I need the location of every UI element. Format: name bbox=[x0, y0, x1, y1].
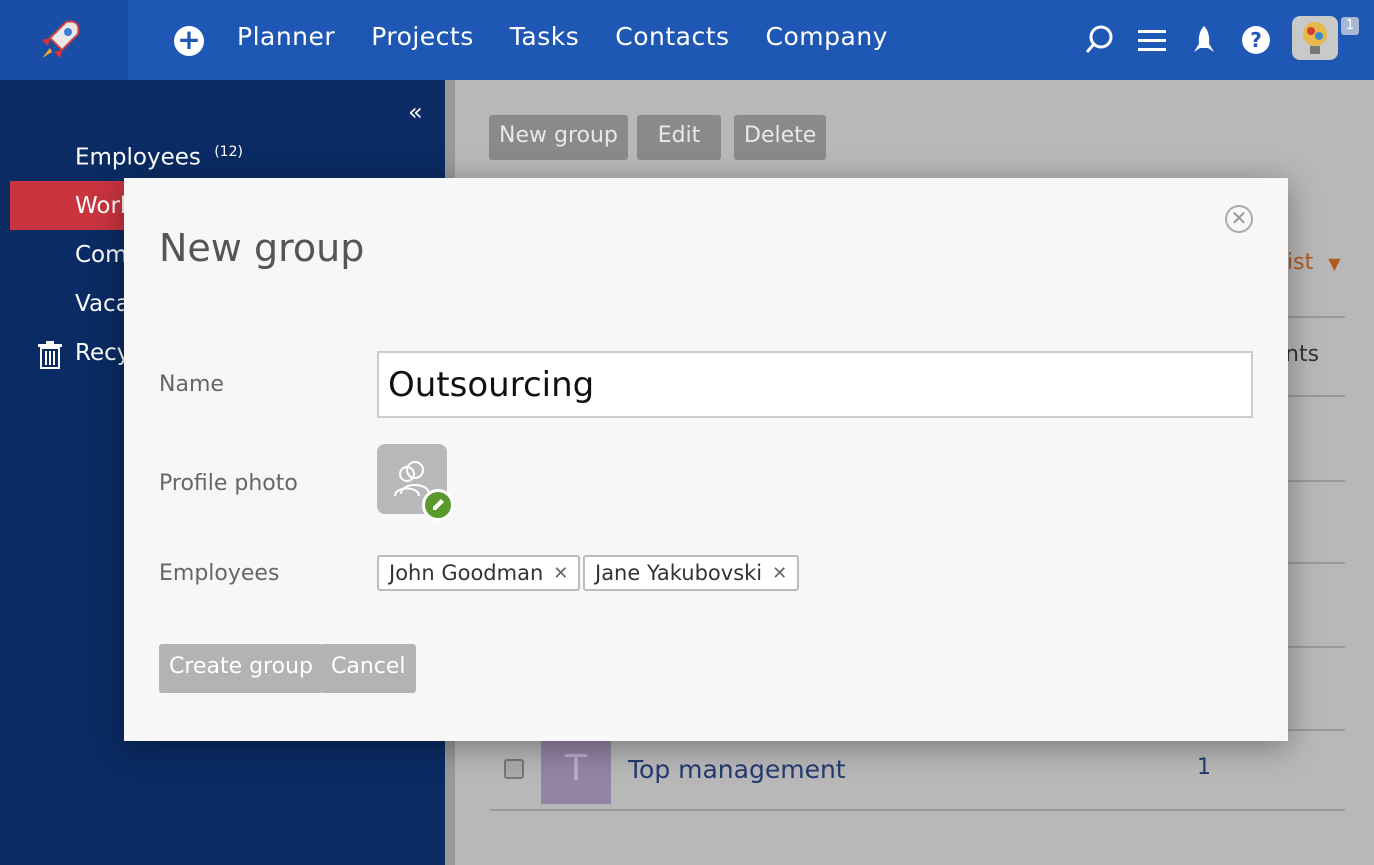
group-name-input[interactable] bbox=[377, 351, 1253, 418]
nav-company[interactable]: Company bbox=[766, 22, 888, 51]
new-group-dialog: New group ✕ Name Profile photo Employees… bbox=[124, 178, 1288, 741]
create-group-button[interactable]: Create group bbox=[159, 644, 323, 693]
profile-photo-label: Profile photo bbox=[159, 471, 298, 496]
remove-tag-icon[interactable]: ✕ bbox=[553, 563, 568, 584]
chevron-down-icon: ▼ bbox=[1328, 254, 1341, 273]
employees-label: Employees bbox=[159, 561, 280, 586]
sidebar-item-vaca[interactable]: Vaca bbox=[75, 291, 130, 317]
close-icon[interactable]: ✕ bbox=[1225, 205, 1253, 233]
svg-text:?: ? bbox=[1250, 28, 1262, 52]
new-group-button[interactable]: New group bbox=[489, 115, 628, 160]
rocket-icon[interactable] bbox=[1188, 24, 1220, 56]
row-checkbox[interactable] bbox=[504, 759, 524, 779]
view-dropdown-label: ist bbox=[1287, 250, 1314, 275]
employee-tag: Jane Yakubovski ✕ bbox=[583, 555, 800, 591]
employee-tag-label: Jane Yakubovski bbox=[595, 561, 763, 585]
divider bbox=[490, 809, 1345, 811]
add-button[interactable]: + bbox=[174, 26, 204, 56]
search-icon[interactable] bbox=[1084, 24, 1116, 56]
main-nav: Planner Projects Tasks Contacts Company bbox=[237, 22, 888, 51]
trash-icon bbox=[38, 341, 62, 369]
employee-tag: John Goodman ✕ bbox=[377, 555, 581, 591]
group-name-link[interactable]: Top management bbox=[628, 755, 846, 784]
nav-projects[interactable]: Projects bbox=[371, 22, 474, 51]
employee-count: (12) bbox=[214, 144, 243, 160]
menu-icon[interactable] bbox=[1136, 24, 1168, 56]
view-dropdown[interactable]: ist ▼ bbox=[1287, 250, 1341, 275]
nav-planner[interactable]: Planner bbox=[237, 22, 335, 51]
help-icon[interactable]: ? bbox=[1240, 24, 1272, 56]
cancel-button[interactable]: Cancel bbox=[321, 644, 416, 693]
nav-contacts[interactable]: Contacts bbox=[615, 22, 729, 51]
remove-tag-icon[interactable]: ✕ bbox=[772, 563, 787, 584]
sidebar-item-employees[interactable]: Employees (12) bbox=[75, 144, 243, 171]
rocket-logo-icon[interactable] bbox=[36, 18, 82, 62]
group-avatar: T bbox=[541, 734, 611, 804]
sidebar-item-label: Employees bbox=[75, 144, 201, 171]
pencil-icon bbox=[433, 499, 444, 510]
name-label: Name bbox=[159, 372, 224, 397]
notification-badge: 1 bbox=[1341, 17, 1359, 35]
employee-tag-label: John Goodman bbox=[389, 561, 544, 585]
column-header: nts bbox=[1285, 342, 1320, 367]
user-avatar[interactable] bbox=[1292, 16, 1338, 60]
nav-tasks[interactable]: Tasks bbox=[510, 22, 579, 51]
edit-button[interactable]: Edit bbox=[637, 115, 721, 160]
collapse-sidebar-icon[interactable]: « bbox=[408, 98, 423, 126]
delete-button[interactable]: Delete bbox=[734, 115, 827, 160]
lightbulb-icon bbox=[1303, 22, 1327, 54]
group-member-count: 1 bbox=[1197, 755, 1211, 780]
top-bar: + Planner Projects Tasks Contacts Compan… bbox=[0, 0, 1374, 80]
dialog-title: New group bbox=[159, 226, 365, 270]
edit-photo-icon[interactable] bbox=[422, 489, 454, 521]
sidebar-item-recycle[interactable]: Recy bbox=[75, 340, 130, 366]
